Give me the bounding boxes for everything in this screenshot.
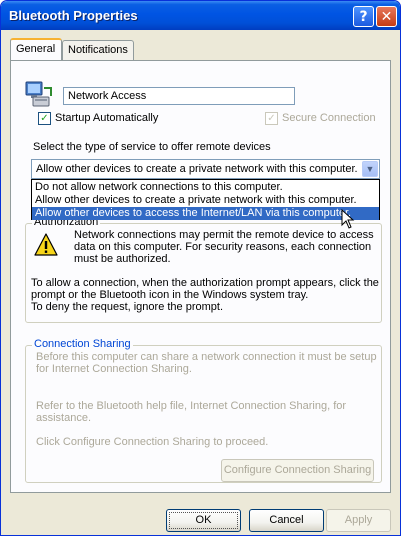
connection-sharing-para-1: Before this computer can share a network… [36,351,377,375]
configure-connection-sharing-button: Configure Connection Sharing [221,459,374,482]
cancel-button[interactable]: Cancel [249,509,324,532]
apply-button: Apply [326,509,391,532]
auth-instr-line-2: prompt or the Bluetooth icon in the Wind… [31,289,309,301]
dropdown-option-no-network[interactable]: Do not allow network connections to this… [32,181,379,194]
auth-instr-line-3: To deny the request, ignore the prompt. [31,301,224,313]
service-type-combobox[interactable]: Allow other devices to create a private … [31,159,380,179]
service-type-label: Select the type of service to offer remo… [33,141,271,153]
tab-notifications[interactable]: Notifications [62,40,134,61]
connection-sharing-para-2: Refer to the Bluetooth help file, Intern… [36,400,346,424]
auth-line-2: data on this computer. For security reas… [74,241,372,253]
auth-instr-line-1: To allow a connection, when the authoriz… [31,277,379,289]
secure-connection-checkbox: ✓ [265,112,278,125]
conn-para1-line-2: for Internet Connection Sharing. [36,363,192,375]
conn-para2-line-1: Refer to the Bluetooth help file, Intern… [36,400,347,412]
tab-general[interactable]: General [10,38,62,60]
startup-automatically-label: Startup Automatically [55,112,159,124]
conn-para1-line-1: Before this computer can share a network… [36,351,377,363]
dropdown-option-internet-lan[interactable]: Allow other devices to access the Intern… [32,207,379,220]
connection-sharing-para-3: Click Configure Connection Sharing to pr… [36,436,269,448]
secure-connection-label: Secure Connection [282,112,376,124]
service-name-field[interactable]: Network Access [63,87,295,105]
title-bar[interactable]: Bluetooth Properties ? ✕ [1,1,400,30]
bluetooth-properties-dialog: Bluetooth Properties ? ✕ General Notific… [0,0,401,536]
combo-selected-value: Allow other devices to create a private … [36,163,358,175]
close-button[interactable]: ✕ [376,6,397,27]
chevron-down-icon[interactable]: ▼ [362,161,378,177]
auth-line-3: must be authorized. [74,253,171,265]
auth-line-1: Network connections may permit the remot… [74,229,374,241]
service-type-dropdown-list: Do not allow network connections to this… [31,179,380,220]
ok-button[interactable]: OK [166,509,241,532]
authorization-description: Network connections may permit the remot… [74,229,374,265]
mouse-pointer-icon [341,209,355,229]
help-button[interactable]: ? [353,6,374,27]
ok-focus-ring [169,512,238,529]
network-computer-icon [25,81,52,107]
window-title: Bluetooth Properties [9,8,138,23]
connection-sharing-legend: Connection Sharing [32,338,133,350]
startup-automatically-checkbox[interactable]: ✓ [38,112,51,125]
authorization-instructions: To allow a connection, when the authoriz… [31,277,379,313]
warning-icon [34,233,58,256]
conn-para2-line-2: assistance. [36,412,92,424]
dropdown-option-private-network[interactable]: Allow other devices to create a private … [32,194,379,207]
